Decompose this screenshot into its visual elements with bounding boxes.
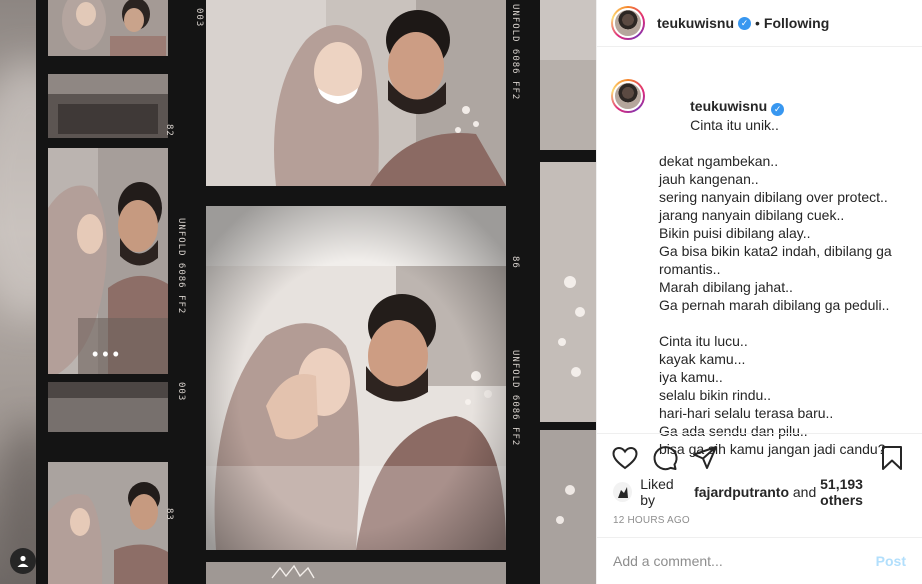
user-tag-icon[interactable] [10,548,36,574]
caption-line: Bikin puisi dibilang alay.. [659,224,811,241]
caption-line: Ga bisa bikin kata2 indah, dibilang ga [659,242,892,259]
liked-by-connector: and [792,484,817,500]
caption-line: sering nanyain dibilang over protect.. [659,188,888,205]
liked-by-prefix: Liked by [640,476,674,508]
film-label: 003 [194,8,204,28]
post-actions: Liked by fajardputranto and 51,193 other… [597,433,922,541]
verified-badge-icon: ✓ [771,102,785,116]
comment-input[interactable] [613,553,876,569]
action-icons [611,434,906,481]
post-timestamp[interactable]: 12 HOURS AGO [613,515,906,526]
photo-frame [48,462,168,584]
liked-by-user-link[interactable]: fajardputranto [694,484,789,500]
film-label: UNFOLD 6086 FF2 [176,218,186,315]
caption-line: hari-hari selalu terasa baru.. [659,404,834,421]
film-label: 86 [510,256,520,269]
liker-avatar[interactable] [613,482,633,502]
photo-frame [48,382,168,432]
photo-dots: ••• [92,344,123,364]
caption-body: teukuwisnu ✓ Cinta itu unik.. dekat ngamb… [659,79,892,457]
photo-frame: ••• [48,148,168,374]
post-image[interactable]: ••• 003 82 UNFOLD 6086 FF2 003 83 UNFOLD… [0,0,596,584]
bookmark-icon[interactable] [878,444,906,472]
share-icon[interactable] [691,444,719,472]
following-button[interactable]: Following [764,15,829,31]
caption-line: jauh kangenan.. [659,170,759,187]
post-sidebar: teukuwisnu ✓ • Following teukuwisnu ✓ Cin… [596,0,922,584]
caption-line: selalu bikin rindu.. [659,386,772,403]
caption-username[interactable]: teukuwisnu [690,98,767,114]
avatar[interactable] [611,79,645,113]
film-label: UNFOLD 6086 FF2 [510,4,520,101]
likes-summary: Liked by fajardputranto and 51,193 other… [613,476,906,508]
caption-line: Cinta itu unik.. [690,116,779,133]
photo-frame [48,0,168,56]
film-strip-center [180,0,540,584]
film-label: 82 [164,124,174,137]
film-label: 003 [176,382,186,402]
post-header: teukuwisnu ✓ • Following [597,0,922,47]
verified-badge-icon: ✓ [738,16,752,30]
photo-frame [540,430,596,584]
heart-icon[interactable] [611,444,639,472]
caption-line: Marah dibilang jahat.. [659,278,793,295]
caption: teukuwisnu ✓ Cinta itu unik.. dekat ngamb… [597,47,922,457]
film-label: 83 [164,508,174,521]
caption-line: dekat ngambekan.. [659,152,779,169]
caption-line: kayak kamu... [659,350,746,367]
film-strip-right [540,0,596,584]
caption-line: Cinta itu lucu.. [659,332,748,349]
photo-frame-main [206,206,506,550]
liked-by-others-link[interactable]: 51,193 others [820,476,906,508]
comment-icon[interactable] [651,444,679,472]
post-comment-button[interactable]: Post [876,553,906,569]
caption-line [659,314,892,332]
caption-line: Ga pernah marah dibilang ga peduli.. [659,296,890,313]
signature-logo [271,564,315,579]
liker-avatar-icon [617,487,628,498]
photo-frame [48,74,168,138]
caption-line: iya kamu.. [659,368,723,385]
film-strip-left: ••• [36,0,180,584]
photo-frame [540,162,596,422]
photo-frame [540,0,596,150]
header-separator: • [755,15,760,31]
photo-frame-main-top [206,0,506,186]
header-username[interactable]: teukuwisnu [657,15,734,31]
photo-frame [206,562,506,584]
film-label: UNFOLD 6086 FF2 [510,350,520,447]
comment-bar: Post [597,537,922,584]
avatar[interactable] [611,6,645,40]
caption-line: romantis.. [659,260,721,277]
caption-line: jarang nanyain dibilang cuek.. [659,206,845,223]
